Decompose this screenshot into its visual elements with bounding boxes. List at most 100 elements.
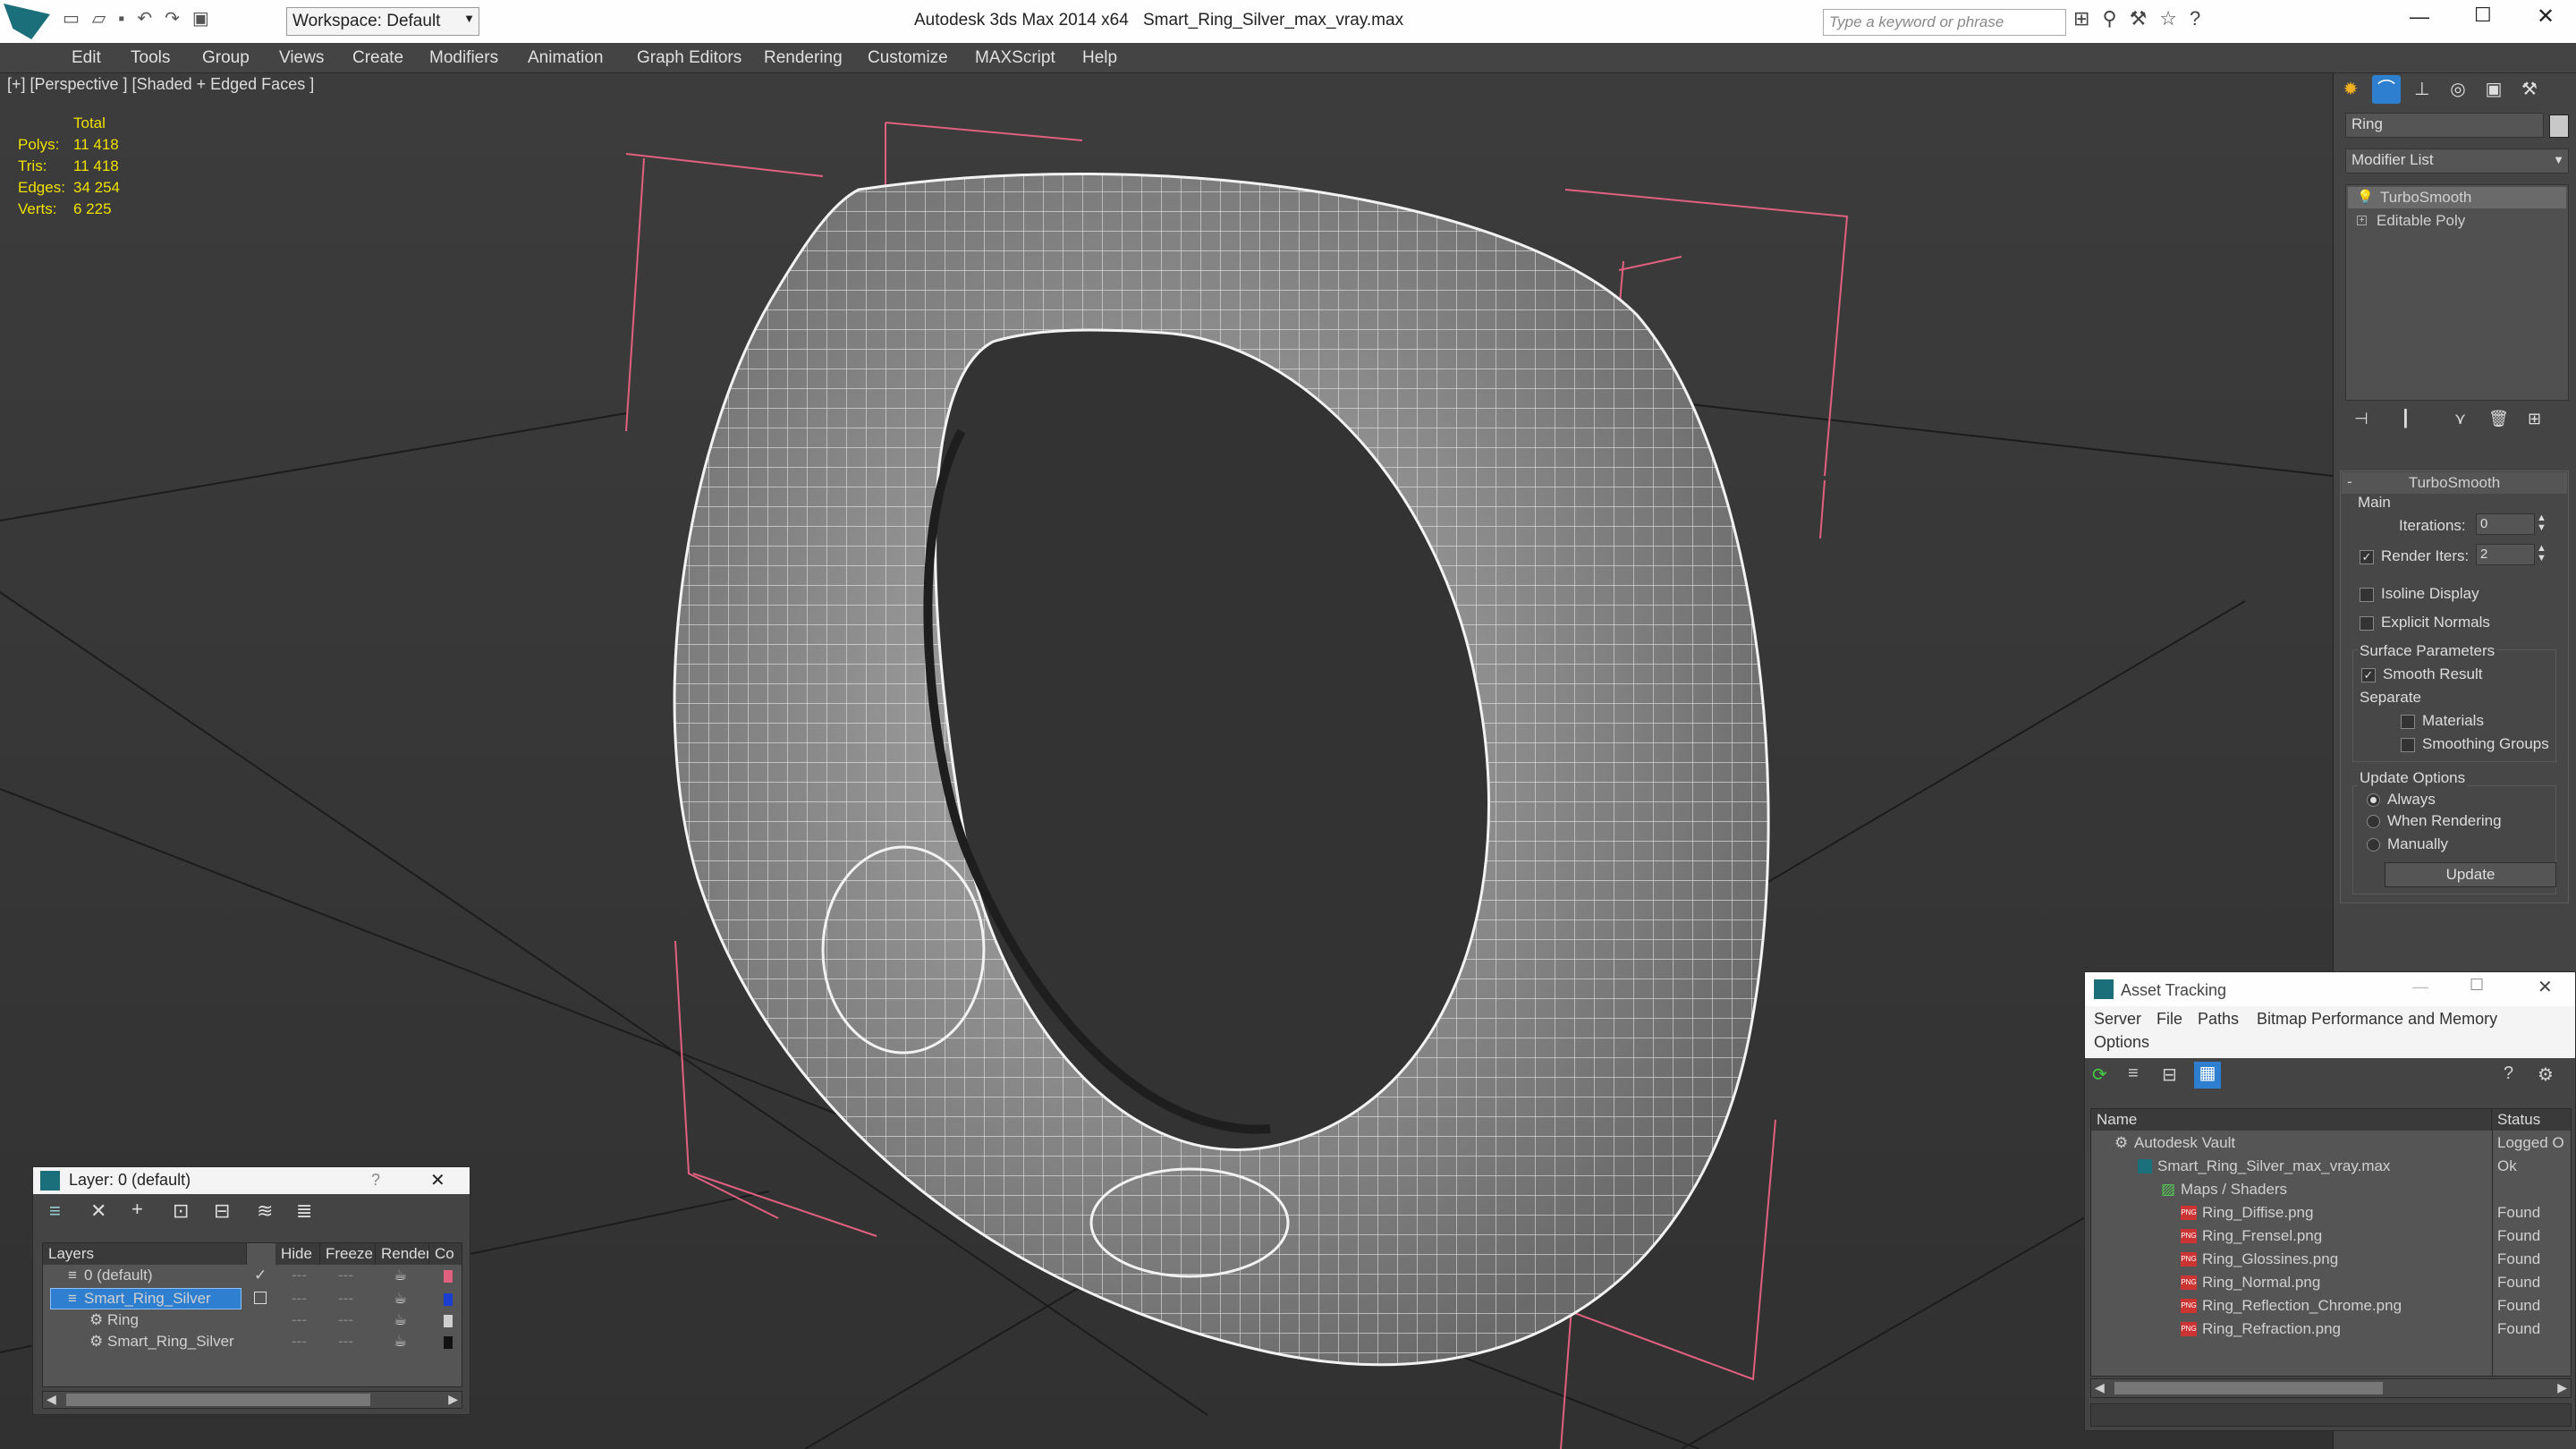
menu-paths[interactable]: Paths bbox=[2198, 1010, 2239, 1029]
asset-row[interactable]: PNG Ring_Refraction.png Found bbox=[2091, 1318, 2571, 1342]
undo-icon[interactable]: ↶ bbox=[137, 9, 165, 29]
manually-option[interactable]: Manually bbox=[2367, 835, 2448, 853]
render-teapot-icon[interactable]: ☕ bbox=[394, 1333, 407, 1351]
minimize-button[interactable]: — bbox=[2410, 5, 2429, 29]
layer-color-swatch[interactable] bbox=[444, 1336, 453, 1349]
smoothing-groups-checkbox[interactable] bbox=[2401, 737, 2415, 752]
scroll-left-icon[interactable]: ◀ bbox=[2095, 1380, 2105, 1395]
settings-icon[interactable]: ⚙ bbox=[2538, 1063, 2554, 1086]
asset-row[interactable]: PNG Ring_Glossines.png Found bbox=[2091, 1249, 2571, 1272]
scroll-left-icon[interactable]: ◀ bbox=[47, 1392, 56, 1407]
freeze-all-icon[interactable]: ≣ bbox=[296, 1199, 312, 1223]
hide-toggle[interactable]: --- bbox=[292, 1267, 307, 1284]
materials-checkbox[interactable] bbox=[2401, 714, 2415, 729]
freeze-toggle[interactable]: --- bbox=[338, 1267, 353, 1284]
asset-window-titlebar[interactable]: Asset Tracking — ☐ ✕ bbox=[2085, 972, 2575, 1006]
render-teapot-icon[interactable]: ☕ bbox=[394, 1311, 407, 1329]
highlight-layer-icon[interactable]: ⊟ bbox=[214, 1199, 230, 1223]
current-layer-box-icon[interactable] bbox=[254, 1292, 267, 1304]
layer-row[interactable]: ≡ Smart_Ring_Silver --- --- ☕ bbox=[43, 1288, 462, 1311]
freeze-toggle[interactable]: --- bbox=[338, 1333, 353, 1351]
close-button[interactable]: ✕ bbox=[2537, 4, 2555, 30]
asset-path-field[interactable] bbox=[2090, 1403, 2572, 1427]
render-iters-option[interactable]: ✓ Render Iters: bbox=[2360, 547, 2469, 565]
new-file-icon[interactable]: ▭ bbox=[63, 9, 92, 29]
menu-bitmap-performance[interactable]: Bitmap Performance and Memory bbox=[2257, 1010, 2497, 1029]
column-header-render[interactable]: Render bbox=[376, 1243, 429, 1265]
render-teapot-icon[interactable]: ☕ bbox=[394, 1290, 407, 1308]
close-button[interactable]: ✕ bbox=[2538, 976, 2553, 998]
column-header-hide[interactable]: Hide bbox=[275, 1243, 320, 1265]
column-header-layers[interactable]: Layers bbox=[43, 1243, 247, 1265]
tools-icon[interactable]: ⚒ bbox=[2130, 7, 2160, 30]
layer-color-swatch[interactable] bbox=[444, 1270, 453, 1283]
asset-row[interactable]: ▨ Maps / Shaders bbox=[2091, 1179, 2571, 1202]
expand-icon[interactable]: + bbox=[2357, 216, 2367, 225]
menu-modifiers[interactable]: Modifiers bbox=[429, 48, 498, 68]
project-icon[interactable]: ▣ bbox=[192, 9, 222, 29]
menu-animation[interactable]: Animation bbox=[528, 48, 604, 68]
open-file-icon[interactable]: ▱ bbox=[92, 9, 118, 29]
asset-row[interactable]: PNG Ring_Frensel.png Found bbox=[2091, 1225, 2571, 1249]
menu-server[interactable]: Server bbox=[2094, 1010, 2141, 1029]
redo-icon[interactable]: ↷ bbox=[165, 9, 192, 29]
motion-tab-icon[interactable]: ◎ bbox=[2444, 75, 2472, 104]
update-button[interactable]: Update bbox=[2385, 862, 2556, 887]
isoline-display-option[interactable]: Isoline Display bbox=[2360, 585, 2479, 603]
smooth-result-option[interactable]: ✓ Smooth Result bbox=[2361, 665, 2483, 683]
maximize-button[interactable]: ☐ bbox=[2470, 976, 2484, 995]
help-icon[interactable]: ? bbox=[2190, 7, 2213, 30]
menu-maxscript[interactable]: MAXScript bbox=[975, 48, 1055, 68]
column-header-name[interactable]: Name bbox=[2091, 1109, 2492, 1131]
menu-edit[interactable]: Edit bbox=[72, 48, 101, 68]
star-icon[interactable]: ☆ bbox=[2159, 7, 2190, 30]
menu-views[interactable]: Views bbox=[279, 48, 324, 68]
table-view-icon[interactable]: ⊟ bbox=[2162, 1063, 2177, 1086]
render-iters-spinner[interactable]: 2 bbox=[2476, 544, 2535, 565]
freeze-toggle[interactable]: --- bbox=[338, 1311, 353, 1329]
modify-tab-icon[interactable]: ⌒ bbox=[2372, 75, 2401, 104]
render-teapot-icon[interactable]: ☕ bbox=[394, 1267, 407, 1284]
materials-option[interactable]: Materials bbox=[2401, 712, 2484, 730]
explicit-normals-checkbox[interactable] bbox=[2360, 615, 2374, 631]
close-icon[interactable]: ✕ bbox=[430, 1169, 445, 1191]
column-header-freeze[interactable]: Freeze bbox=[320, 1243, 376, 1265]
menu-group[interactable]: Group bbox=[202, 48, 250, 68]
asset-row[interactable]: Smart_Ring_Silver_max_vray.max Ok bbox=[2091, 1156, 2571, 1179]
asset-row[interactable]: PNG Ring_Diffise.png Found bbox=[2091, 1202, 2571, 1225]
key-icon[interactable]: ⚲ bbox=[2102, 7, 2129, 30]
utilities-tab-icon[interactable]: ⚒ bbox=[2515, 75, 2544, 104]
always-radio[interactable] bbox=[2367, 793, 2380, 808]
object-color-swatch[interactable] bbox=[2549, 114, 2569, 138]
render-iters-checkbox[interactable]: ✓ bbox=[2360, 549, 2374, 564]
isoline-checkbox[interactable] bbox=[2360, 587, 2374, 602]
layer-row[interactable]: ⚙ Smart_Ring_Silver --- --- ☕ bbox=[43, 1331, 462, 1354]
layer-color-swatch[interactable] bbox=[444, 1293, 453, 1306]
when-rendering-option[interactable]: When Rendering bbox=[2367, 812, 2502, 830]
when-rendering-radio[interactable] bbox=[2367, 815, 2380, 829]
spinner-arrows-icon[interactable]: ▲ ▼ bbox=[2537, 513, 2546, 533]
hide-all-icon[interactable]: ≋ bbox=[257, 1199, 273, 1223]
scroll-right-icon[interactable]: ▶ bbox=[448, 1392, 458, 1407]
modifier-list-dropdown[interactable]: Modifier List ▼ bbox=[2345, 148, 2569, 174]
layer-color-swatch[interactable] bbox=[444, 1315, 453, 1327]
list-view-icon[interactable]: ≡ bbox=[2128, 1063, 2139, 1084]
layer-horizontal-scrollbar[interactable]: ◀ ▶ bbox=[42, 1391, 462, 1409]
asset-row[interactable]: ⚙ Autodesk Vault Logged O bbox=[2091, 1132, 2571, 1156]
menu-rendering[interactable]: Rendering bbox=[764, 48, 843, 68]
always-option[interactable]: Always bbox=[2367, 791, 2436, 809]
lightbulb-icon[interactable]: 💡 bbox=[2357, 189, 2374, 205]
layer-row[interactable]: ≡ 0 (default) ✓ --- --- ☕ bbox=[43, 1265, 462, 1288]
configure-sets-icon[interactable]: ⊞ bbox=[2528, 410, 2541, 428]
make-unique-icon[interactable]: ⋎ bbox=[2454, 410, 2466, 428]
menu-tools[interactable]: Tools bbox=[131, 48, 170, 68]
stack-item-turbosmooth[interactable]: 💡 TurboSmooth bbox=[2348, 187, 2566, 208]
freeze-toggle[interactable]: --- bbox=[338, 1290, 353, 1308]
binoculars-icon[interactable]: ⊞ bbox=[2073, 7, 2102, 30]
layer-row[interactable]: ⚙ Ring --- --- ☕ bbox=[43, 1309, 462, 1333]
help-icon[interactable]: ? bbox=[371, 1171, 380, 1190]
layers-stack-icon[interactable]: ≡ bbox=[49, 1199, 61, 1223]
hide-toggle[interactable]: --- bbox=[292, 1311, 307, 1329]
column-header-status[interactable]: Status bbox=[2492, 1109, 2571, 1131]
stack-item-editable-poly[interactable]: + Editable Poly bbox=[2348, 210, 2566, 232]
